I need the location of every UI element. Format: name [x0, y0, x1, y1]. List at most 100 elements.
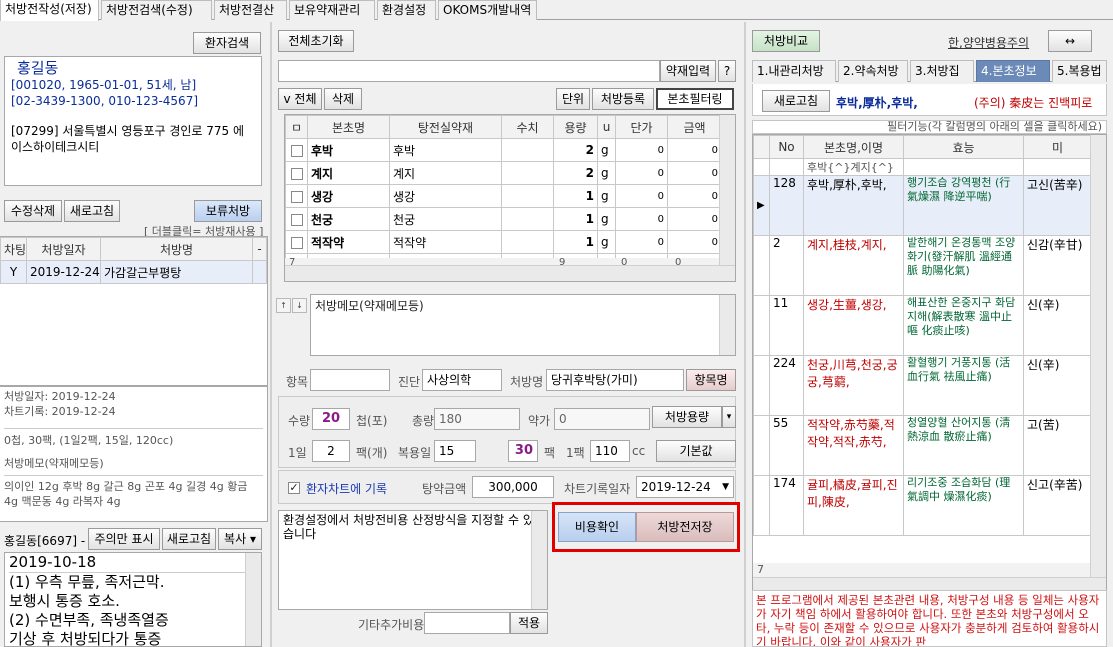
rx-dose-button[interactable]: 처방용량 — [652, 406, 722, 428]
herb-row-checkbox[interactable] — [290, 167, 303, 180]
tab-search-rx[interactable]: 처방전검색(수정) — [101, 0, 212, 20]
subtab-my-rx[interactable]: 1.내관리처방 — [752, 60, 836, 82]
grid-header-qty[interactable]: 용량 — [553, 115, 598, 139]
herb-row[interactable]: 적작약 적작약 1 g 0 0 — [285, 230, 722, 254]
filter-taste-cell[interactable] — [1023, 158, 1092, 176]
qty-cell[interactable]: 2 — [553, 161, 598, 185]
grid-header-unit[interactable]: u — [597, 115, 616, 139]
history-header-date[interactable]: 처방일자 — [26, 237, 101, 261]
grid-header-room-herb[interactable]: 탕전실약재 — [389, 115, 502, 139]
grid-header-level[interactable]: 수치 — [501, 115, 554, 139]
filter-name-cell[interactable]: 후박{^}계지{^} — [803, 158, 904, 176]
grid-header-herb[interactable]: 본초명 — [307, 115, 390, 139]
herb-search-input[interactable] — [278, 60, 660, 82]
herb-row[interactable]: 후박 후박 2 g 0 0 — [285, 138, 722, 162]
warn-only-button[interactable]: 주의만 표시 — [88, 528, 160, 550]
item-input[interactable] — [310, 369, 390, 391]
herb-input-button[interactable]: 약재입력 — [660, 60, 716, 82]
info-header-name[interactable]: 본초명,이명 — [803, 135, 904, 159]
herb-info-row[interactable]: ▶ 128 후박,厚朴,후박, 행기조습 강역평천 (行氣燥濕 降逆平喘) 고신… — [753, 175, 1092, 236]
herb-row-checkbox[interactable] — [290, 144, 303, 157]
tab-herb-stock[interactable]: 보유약재관리 — [289, 0, 375, 20]
days-input[interactable]: 15 — [434, 440, 476, 462]
subtab-rx-book[interactable]: 3.처방집 — [910, 60, 974, 82]
subtab-promise-rx[interactable]: 2.약속처방 — [838, 60, 908, 82]
qty-cell[interactable]: 1 — [553, 184, 598, 208]
caution-link[interactable]: 한,양약병용주의 — [948, 34, 1029, 51]
herb-grid-vscroll[interactable] — [719, 115, 735, 267]
herb-row-checkbox[interactable] — [290, 213, 303, 226]
qty-cell[interactable]: 2 — [553, 138, 598, 162]
edit-delete-button[interactable]: 수정삭제 — [4, 200, 62, 222]
hold-rx-button[interactable]: 보류처방 — [194, 200, 262, 222]
herb-info-row[interactable]: 55 적작약,赤芍藥,적작약,적작,赤芍, 청열양혈 산어지통 (淸熱涼血 散瘀… — [753, 415, 1092, 476]
history-header-name[interactable]: 처방명 — [100, 237, 253, 261]
rx-dose-dropdown-icon[interactable]: ▾ — [722, 406, 736, 428]
herb-row-checkbox[interactable] — [290, 190, 303, 203]
rx-register-button[interactable]: 처방등록 — [592, 88, 654, 110]
qty-cell[interactable]: 1 — [553, 230, 598, 254]
memo-scrollbar[interactable] — [245, 553, 261, 646]
help-button[interactable]: ? — [718, 60, 736, 82]
herb-grid-hscroll[interactable] — [285, 265, 735, 281]
chart-date-picker[interactable]: 2019-12-24 ▼ — [636, 476, 734, 498]
swap-panel-button[interactable]: ↔ — [1048, 30, 1092, 52]
chart-record-checkbox[interactable] — [288, 482, 300, 494]
herb-row-checkbox[interactable] — [290, 236, 303, 249]
decoction-price-input[interactable]: 300,000 — [472, 476, 554, 498]
tab-settlement[interactable]: 처방전결산 — [214, 0, 287, 20]
herb-info-row[interactable]: 224 천궁,川芎,천궁,궁궁,芎藭, 활혈행기 거풍지통 (活血行氣 祛風止痛… — [753, 355, 1092, 416]
memo-refresh-button[interactable]: 새로고침 — [162, 528, 216, 550]
qty-cell[interactable]: 1 — [553, 207, 598, 231]
rx-compare-button[interactable]: 처방비교 — [752, 30, 820, 52]
grid-header-amount[interactable]: 금액 — [667, 115, 722, 139]
unit-button[interactable]: 단위 — [556, 88, 590, 110]
default-value-button[interactable]: 기본값 — [656, 440, 736, 462]
filter-effect-cell[interactable] — [903, 158, 1024, 176]
arrow-up-icon[interactable]: ↑ — [276, 298, 291, 313]
tab-settings[interactable]: 환경설정 — [377, 0, 436, 20]
extra-cost-input[interactable] — [424, 612, 510, 634]
per-pack-input[interactable]: 110 — [590, 440, 630, 462]
info-header-no[interactable]: No — [769, 135, 804, 159]
env-note-scrollbar[interactable] — [531, 511, 547, 609]
cost-confirm-button[interactable]: 비용확인 — [558, 512, 636, 542]
memo-copy-button[interactable]: 복사 ▾ — [218, 528, 262, 550]
info-header-taste[interactable]: 미 — [1023, 135, 1092, 159]
herb-info-row[interactable]: 174 귤피,橘皮,귤피,진피,陳皮, 리기조중 조습화담 (理氣調中 燥濕化痰… — [753, 475, 1092, 536]
patient-memo-box[interactable]: 2019-10-18 (1) 우측 무릎, 족저근막. 보행시 통증 호소. (… — [4, 552, 262, 647]
herb-row[interactable]: 생강 생강 1 g 0 0 — [285, 184, 722, 208]
herb-row[interactable]: 계지 계지 2 g 0 0 — [285, 161, 722, 185]
subtab-herb-info[interactable]: 4.본초정보 — [976, 60, 1050, 82]
daily-packs-input[interactable]: 2 — [312, 440, 350, 462]
herb-info-row[interactable]: 2 계지,桂枝,계지, 발한해기 온경통맥 조양화기(發汗解肌 溫經通脈 助陽化… — [753, 235, 1092, 296]
reset-all-button[interactable]: 전체초기화 — [278, 30, 354, 52]
history-row[interactable]: Y 2019-12-24 가감갈근부평탕 — [0, 260, 267, 284]
history-header-chart[interactable]: 차팅 — [0, 237, 27, 261]
rx-memo-scrollbar[interactable] — [719, 295, 735, 355]
herb-filter-button[interactable]: 본초필터링 — [656, 88, 734, 110]
apply-extra-cost-button[interactable]: 적용 — [510, 612, 548, 634]
patient-search-button[interactable]: 환자검색 — [193, 32, 261, 54]
item-name-button[interactable]: 항목명 — [686, 369, 736, 391]
delete-herb-button[interactable]: 삭제 — [324, 88, 362, 110]
rx-name-input[interactable]: 당귀후박탕(가미) — [546, 369, 684, 391]
tab-dev-history[interactable]: OKOMS개발내역 — [438, 0, 537, 20]
history-refresh-button[interactable]: 새로고침 — [64, 200, 120, 222]
grid-header-price[interactable]: 단가 — [615, 115, 668, 139]
subtab-dosage[interactable]: 5.복용법 — [1052, 60, 1107, 82]
chart-record-label[interactable]: 환자차트에 기록 — [306, 480, 387, 497]
select-all-button[interactable]: v 전체 — [278, 88, 322, 110]
grid-header-check[interactable]: ㅁ — [285, 115, 308, 139]
arrow-down-icon[interactable]: ↓ — [292, 298, 307, 313]
herb-info-row[interactable]: 11 생강,生薑,생강, 해표산한 온중지구 화담지해(解表散寒 溫中止嘔 化痰… — [753, 295, 1092, 356]
herb-row[interactable]: 천궁 천궁 1 g 0 0 — [285, 207, 722, 231]
count-input[interactable]: 20 — [312, 408, 350, 430]
diagnosis-input[interactable]: 사상의학 — [422, 369, 502, 391]
herb-info-vscroll[interactable] — [1090, 135, 1106, 577]
filter-no-cell[interactable] — [769, 158, 804, 176]
info-header-effect[interactable]: 효능 — [903, 135, 1024, 159]
herb-info-refresh-button[interactable]: 새로고침 — [762, 90, 830, 112]
rx-memo-textarea[interactable]: 처방메모(약재메모등) — [310, 294, 736, 356]
save-rx-button[interactable]: 처방전저장 — [636, 512, 734, 542]
